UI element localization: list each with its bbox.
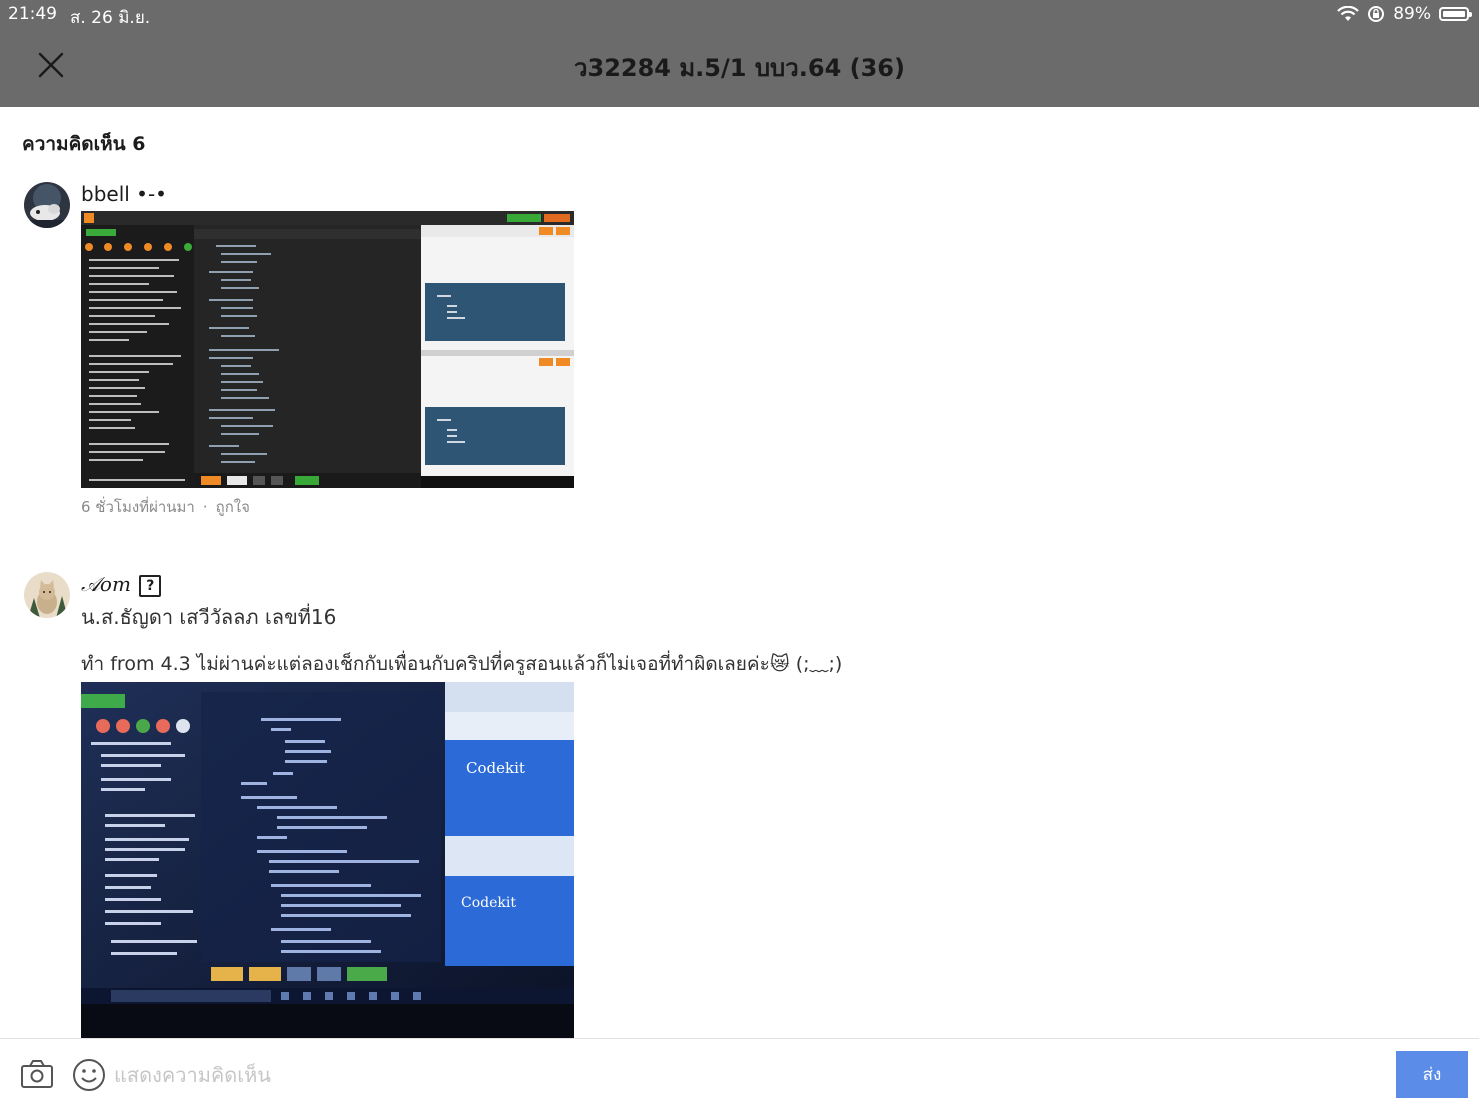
top-bar: 21:49 ส. 26 มิ.ย. 89% ว32284 ม.5/1 บบว.6… [0,0,1479,107]
comment-author[interactable]: 𝒜𝑜𝑚 ? [81,572,162,597]
wifi-icon [1337,6,1359,21]
comments-count: ความคิดเห็น 6 [22,133,146,155]
comment-image[interactable] [81,211,574,488]
avatar[interactable] [24,572,70,618]
send-button[interactable]: ส่ง [1396,1051,1468,1098]
avatar-image [24,572,70,618]
comment-composer: ส่ง [0,1038,1479,1110]
author-name: 𝒜𝑜𝑚 [81,572,131,596]
comments-area: ความคิดเห็น 6 bbell •-• 6 ชั่วโมงที่ผ่าน… [0,107,1479,1038]
avatar-image [24,182,70,228]
comment-meta: 6 ชั่วโมงที่ผ่านมา · ถูกใจ [81,495,250,519]
preview-heading-top: Codekit [466,759,525,777]
photo-of-monitor: Codekit Codekit [81,682,574,1038]
comment-text-line2: ทำ from 4.3 ไม่ผ่านค่ะแต่ลองเช็กกับเพื่อ… [81,653,843,675]
comment-text-line1: น.ส.ธัญดา เสวีวัลลภ เลขที่16 [81,605,337,629]
comment-input[interactable] [112,1051,1386,1099]
status-right: 89% [1337,4,1472,24]
status-date: ส. 26 มิ.ย. [70,8,151,28]
unknown-glyph-badge: ? [139,574,162,597]
camera-icon[interactable] [20,1059,54,1089]
comment-author[interactable]: bbell •-• [81,182,167,206]
battery-percent: 89% [1393,4,1431,24]
like-button[interactable]: ถูกใจ [216,498,250,516]
comment-time: 6 ชั่วโมงที่ผ่านมา [81,498,195,516]
status-bar: 21:49 ส. 26 มิ.ย. 89% [0,0,1479,30]
page-title: ว32284 ม.5/1 บบว.64 (36) [574,54,905,82]
battery-icon [1439,7,1472,21]
code-editor-screenshot [81,211,574,488]
emoji-icon[interactable] [72,1058,106,1092]
separator-dot: · [202,498,208,516]
avatar[interactable] [24,182,70,228]
comment-image[interactable]: Codekit Codekit [81,682,574,1038]
status-time: 21:49 [8,4,57,24]
preview-heading-bottom: Codekit [461,895,516,911]
orientation-lock-icon [1368,6,1385,22]
